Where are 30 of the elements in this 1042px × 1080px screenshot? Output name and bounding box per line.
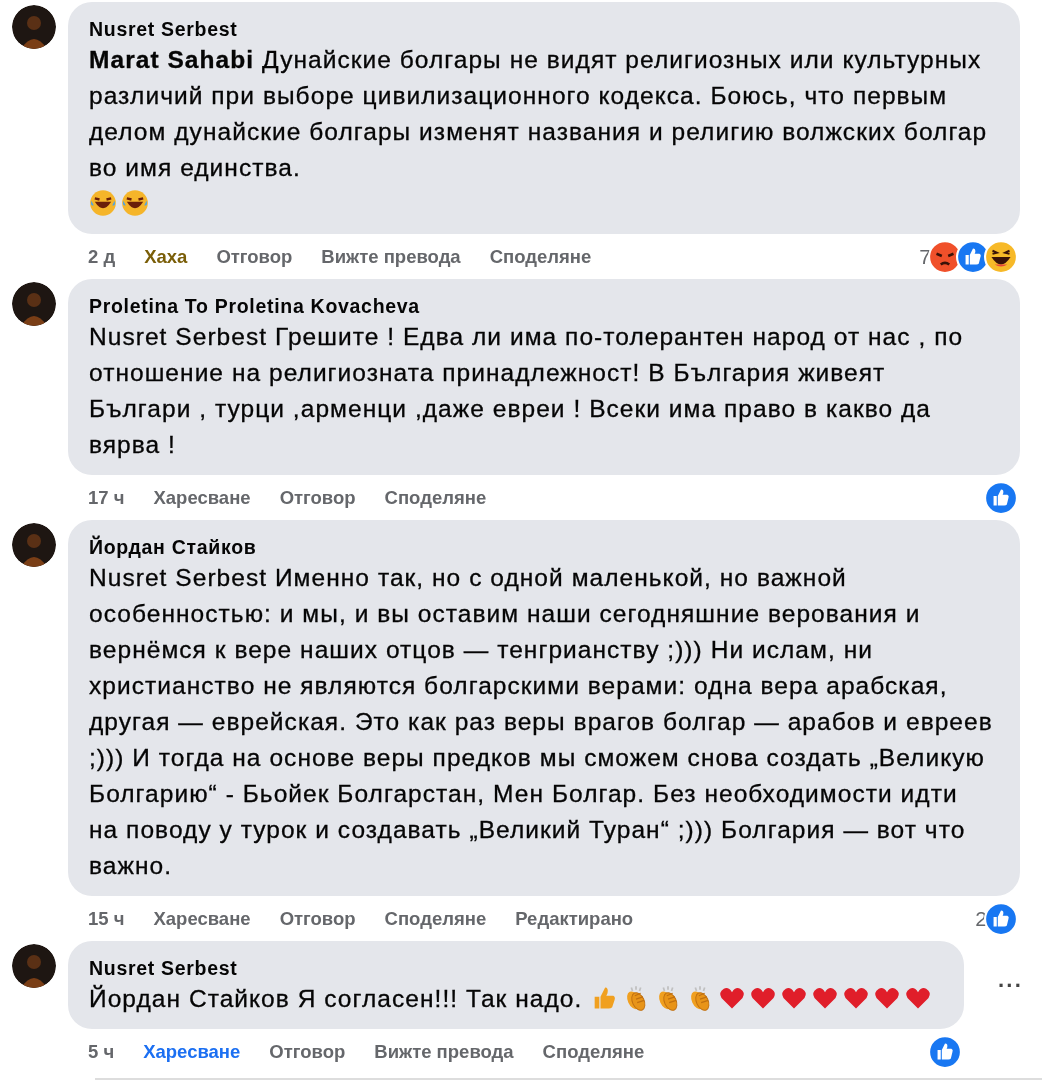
author-name[interactable]: Йордан Стайков bbox=[89, 534, 1002, 560]
author-name[interactable]: Nusret Serbest bbox=[89, 16, 1002, 42]
comment-text: Йордан Стайков Я согласен!!! Так надо. bbox=[89, 984, 583, 1014]
action-link[interactable]: Хаха bbox=[144, 245, 188, 268]
action-link[interactable]: Харесване bbox=[143, 1040, 241, 1063]
comment-text: Nusret Serbest Именно так, но с одной маленькой, но важной особенностью: и мы, и вы оставим наши сегодняшние верования и вернёмся к вере наших отцов — тенгрианству ;))) Ни ислам, ни христианство не являются болгарскими верами: одна вера арабская, другая — еврейская. Это как раз веры врагов болгар — арабов и евреев ;))) И тогда на основе веры предков мы сможем снова создать „Великую Болгарию“ - Бьойек Болгарстан, Мен Болгар. Без необходимости идти на поводу у турок и создавать „Великий Туран“ ;))) Болгария — вот что важно. bbox=[89, 563, 994, 881]
action-link[interactable]: Споделяне bbox=[384, 907, 487, 930]
author-name[interactable]: Proletina To Proletina Kovacheva bbox=[89, 293, 1002, 319]
comment-time[interactable]: 2 д bbox=[88, 245, 116, 268]
comment-time[interactable]: 5 ч bbox=[88, 1040, 115, 1063]
more-button[interactable]: ··· bbox=[994, 971, 1027, 1001]
comment-text: Nusret Serbest Грешите ! Едва ли има по-толерантен народ от нас , по отношение на религиозната принадлежност! В България живеят Българи , турци ,арменци ,даже евреи ! Всеки има право в какво да вярва ! bbox=[89, 322, 965, 460]
comment-time[interactable]: 15 ч bbox=[88, 907, 125, 930]
action-link[interactable]: Редактирано bbox=[515, 907, 634, 930]
action-link[interactable]: Вижте превода bbox=[374, 1040, 514, 1063]
action-link[interactable]: Споделяне bbox=[384, 486, 487, 509]
comment-time[interactable]: 17 ч bbox=[88, 486, 125, 509]
action-link[interactable]: Харесване bbox=[153, 486, 251, 509]
action-link[interactable]: Споделяне bbox=[489, 245, 592, 268]
action-link[interactable]: Отговор bbox=[279, 486, 356, 509]
action-link[interactable]: Вижте превода bbox=[321, 245, 461, 268]
action-link[interactable]: Отговор bbox=[269, 1040, 346, 1063]
action-link[interactable]: Харесване bbox=[153, 907, 251, 930]
comment-text: Marat Sahabi Дунайские болгары не видят религиозных или культурных различий при выборе цивилизационного кодекса. Боюсь, что первым делом дунайские болгары изменят названия и религию волжских болгар во имя единства. bbox=[89, 45, 989, 183]
action-link[interactable]: Отговор bbox=[216, 245, 293, 268]
action-link[interactable]: Отговор bbox=[279, 907, 356, 930]
reaction-count[interactable]: 7 bbox=[919, 244, 931, 269]
author-name[interactable]: Nusret Serbest bbox=[89, 955, 946, 981]
reaction-count[interactable]: 2 bbox=[975, 906, 987, 931]
action-link[interactable]: Споделяне bbox=[542, 1040, 645, 1063]
